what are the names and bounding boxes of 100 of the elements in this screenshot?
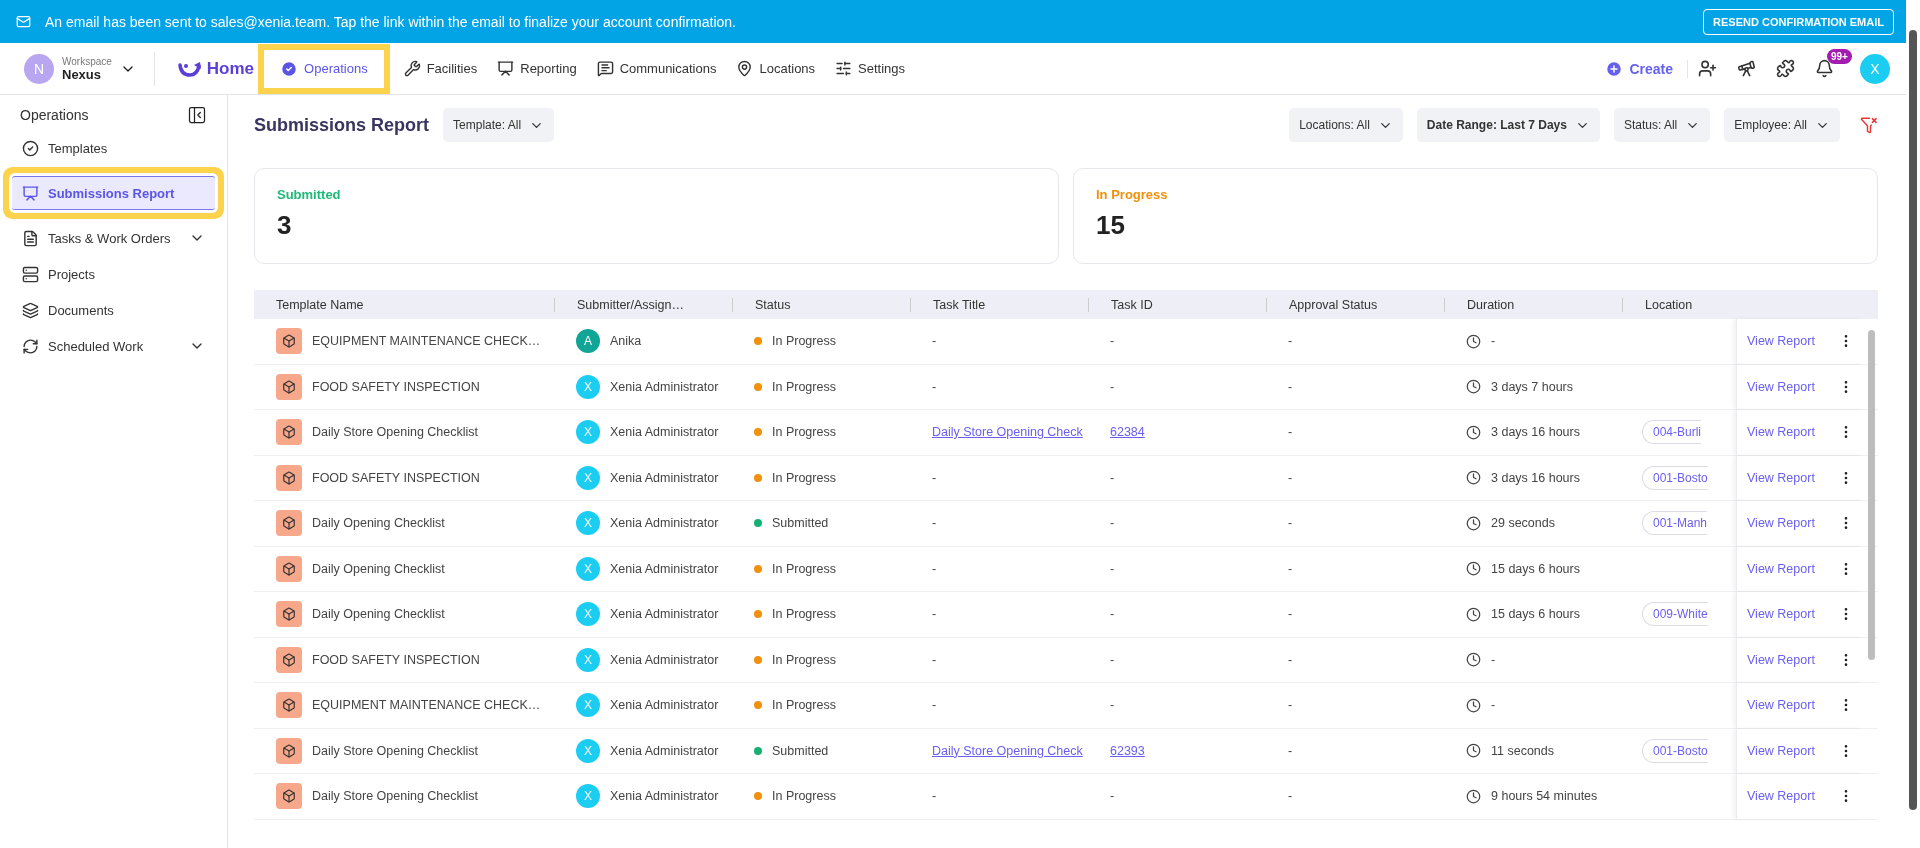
home-logo-icon: [176, 59, 203, 78]
task-link[interactable]: Daily Store Opening Check: [932, 743, 1083, 758]
template-filter[interactable]: Template: All: [443, 108, 555, 142]
table-cell: Xenia Administrator: [610, 561, 719, 576]
table-cell: Xenia Administrator: [610, 516, 719, 531]
view-report-link[interactable]: View Report: [1747, 516, 1815, 531]
puzzle-icon[interactable]: [1776, 59, 1795, 78]
view-report-link[interactable]: View Report: [1747, 334, 1815, 349]
view-report-link[interactable]: View Report: [1747, 470, 1815, 485]
view-report-link[interactable]: View Report: [1747, 743, 1815, 758]
sidebar-item[interactable]: Scheduled Work: [12, 329, 215, 363]
server-icon: [22, 265, 39, 283]
table-cell-text: -: [1287, 789, 1294, 804]
nav-tab[interactable]: Operations: [258, 43, 390, 94]
sidebar-title: Operations: [20, 107, 89, 123]
status-text: In Progress: [772, 698, 836, 713]
workspace-name[interactable]: Nexus: [62, 66, 112, 82]
status-text: Submitted: [772, 516, 829, 531]
table-cell: Daily Store Opening Checklist: [312, 425, 479, 440]
table-cell-text: -: [931, 607, 938, 622]
nav-tab[interactable]: Reporting: [487, 52, 587, 85]
table-cell: Xenia Administrator: [610, 379, 719, 394]
presentation-board-icon: [497, 60, 515, 77]
table-cell: 9 hours 54 minutes: [1491, 789, 1598, 804]
nav-tab[interactable]: Settings: [825, 52, 916, 85]
table-cell: -: [1491, 652, 1496, 667]
column-header: Task ID: [1088, 297, 1266, 312]
table-cell-text: -: [1287, 743, 1294, 758]
task-id-link[interactable]: 62393: [1110, 743, 1145, 758]
table-cell: FOOD SAFETY INSPECTION: [312, 652, 480, 667]
chat-icon: [596, 60, 614, 77]
table-cell-text: -: [1109, 789, 1116, 804]
filter-dropdown[interactable]: Employee: All: [1724, 108, 1840, 142]
table-scrollbar[interactable]: [1868, 330, 1875, 660]
table-cell: 3 days 16 hours: [1491, 470, 1580, 485]
bell-icon[interactable]: [1815, 59, 1834, 78]
view-report-link[interactable]: View Report: [1747, 561, 1815, 576]
status-text: In Progress: [772, 425, 836, 440]
task-link[interactable]: Daily Store Opening Check: [932, 425, 1083, 440]
table-cell-text: -: [1109, 698, 1116, 713]
clear-filter-icon[interactable]: [1860, 116, 1878, 134]
table-cell-text: -: [1287, 425, 1294, 440]
create-button[interactable]: Create: [1605, 59, 1688, 78]
clock-icon: [1466, 470, 1481, 486]
page-title: Submissions Report: [254, 114, 430, 136]
table-cell-text: -: [931, 379, 938, 394]
clock-icon: [1466, 788, 1481, 804]
table-cell-text: -: [1287, 652, 1294, 667]
column-header: Template Name: [275, 297, 365, 312]
table-cell: EQUIPMENT MAINTENANCE CHECK…: [312, 334, 541, 349]
user-avatar: X: [576, 374, 600, 399]
status-text: In Progress: [772, 379, 836, 394]
table-cell-text: -: [1287, 470, 1294, 485]
resend-email-button[interactable]: RESEND CONFIRMATION EMAIL: [1703, 8, 1894, 35]
collapse-sidebar-icon[interactable]: [187, 105, 207, 125]
view-report-link[interactable]: View Report: [1747, 652, 1815, 667]
sidebar-item[interactable]: Projects: [12, 257, 215, 291]
table-cell: -: [1491, 334, 1496, 349]
filter-dropdown[interactable]: Status: All: [1613, 108, 1711, 142]
table-cell-text: -: [1287, 607, 1294, 622]
table-cell: Xenia Administrator: [610, 743, 719, 758]
filter-dropdown[interactable]: Date Range: Last 7 Days: [1416, 108, 1600, 142]
user-avatar: X: [576, 647, 600, 672]
table-cell: Daily Opening Checklist: [312, 516, 445, 531]
table-cell: Xenia Administrator: [610, 652, 719, 667]
table-cell-text: -: [931, 789, 938, 804]
sidebar-item[interactable]: Templates: [12, 131, 215, 165]
nav-tab[interactable]: Facilities: [393, 52, 488, 85]
template-box-icon: [276, 419, 302, 446]
view-report-link[interactable]: View Report: [1747, 607, 1815, 622]
column-header: Approval Status: [1266, 297, 1444, 312]
table-cell: Daily Opening Checklist: [312, 607, 445, 622]
mail-icon: [16, 14, 31, 29]
view-report-link[interactable]: View Report: [1747, 379, 1815, 394]
nav-tab[interactable]: Communications: [586, 52, 727, 85]
banner-message: An email has been sent to sales@xenia.team. Tap the link within the email to finalize your account confirmation.: [45, 13, 737, 30]
sidebar-item[interactable]: Documents: [12, 293, 215, 327]
clock-icon: [1466, 561, 1481, 577]
layers-icon: [22, 301, 39, 319]
view-report-link[interactable]: View Report: [1747, 425, 1815, 440]
sliders-icon: [835, 60, 853, 77]
status-text: In Progress: [772, 470, 836, 485]
plus-icon: [1605, 59, 1624, 78]
home-link[interactable]: Home: [176, 58, 255, 79]
template-box-icon: [276, 783, 302, 810]
presentation-board-icon: [22, 184, 39, 202]
workspace-caption: Workspace: [62, 55, 112, 67]
table-cell-text: -: [931, 470, 938, 485]
add-user-icon[interactable]: [1698, 59, 1717, 78]
table-cell: Daily Store Opening Checklist: [312, 789, 479, 804]
filter-dropdown[interactable]: Locations: All: [1289, 108, 1403, 142]
scrollbar[interactable]: [1909, 30, 1917, 810]
nav-tab[interactable]: Locations: [726, 52, 826, 85]
table-cell: FOOD SAFETY INSPECTION: [312, 470, 480, 485]
view-report-link[interactable]: View Report: [1747, 789, 1815, 804]
view-report-link[interactable]: View Report: [1747, 698, 1815, 713]
sidebar-item[interactable]: Tasks & Work Orders: [12, 221, 215, 255]
telescope-icon[interactable]: [1737, 59, 1756, 78]
user-avatar: X: [576, 511, 600, 536]
task-id-link[interactable]: 62384: [1110, 425, 1145, 440]
